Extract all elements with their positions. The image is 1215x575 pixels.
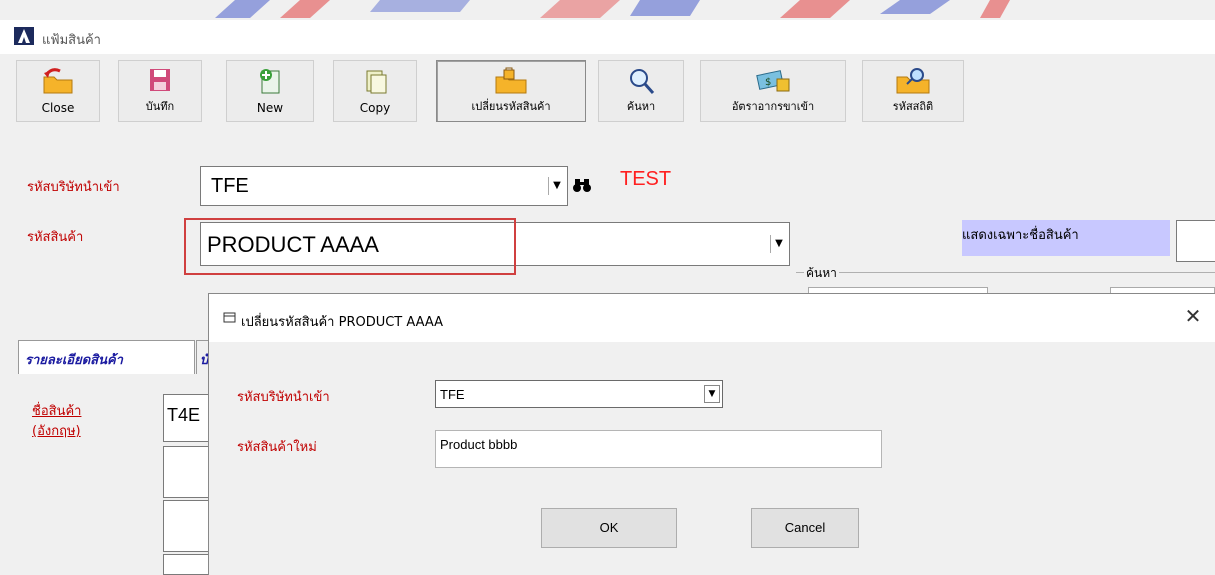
folder-open-arrow-icon xyxy=(42,67,74,98)
dialog-importer-label: รหัสบริษัทนำเข้า xyxy=(237,390,330,405)
save-disk-icon xyxy=(147,67,173,98)
chevron-down-icon[interactable]: ▼ xyxy=(704,385,720,403)
window-icon xyxy=(223,312,237,327)
decorative-banner xyxy=(0,0,1215,18)
chevron-down-icon[interactable]: ▼ xyxy=(770,235,787,253)
magnifier-icon xyxy=(627,67,655,98)
folder-lock-icon xyxy=(494,67,528,98)
window-title: แฟ้มสินค้า xyxy=(42,33,101,48)
window-titlebar: แฟ้มสินค้า xyxy=(0,20,1215,54)
highlight-frame xyxy=(184,218,516,275)
product-name-en-input[interactable]: T4E xyxy=(163,394,213,442)
filter-name-input[interactable] xyxy=(1176,220,1215,262)
folder-search-icon xyxy=(895,67,931,98)
product-name-en-label: ชื่อสินค้า (อังกฤษ) xyxy=(32,404,82,439)
filter-name-label: แสดงเฉพาะชื่อสินค้า xyxy=(962,220,1170,256)
app-icon xyxy=(14,27,34,45)
binoculars-icon[interactable] xyxy=(572,176,592,198)
chevron-down-icon[interactable]: ▼ xyxy=(548,177,565,195)
cancel-button[interactable]: Cancel xyxy=(751,508,859,548)
save-button[interactable]: บันทึก xyxy=(118,60,202,122)
change-product-code-button[interactable]: เปลี่ยนรหัสสินค้า xyxy=(436,60,586,122)
company-name-display: TEST xyxy=(620,166,1215,204)
ok-button[interactable]: OK xyxy=(541,508,677,548)
close-icon[interactable]: ✕ xyxy=(1181,304,1205,328)
dialog-new-code-label: รหัสสินค้าใหม่ xyxy=(237,440,317,455)
product-code-label: รหัสสินค้า xyxy=(27,230,84,245)
copy-button[interactable]: Copy xyxy=(333,60,417,122)
dialog-title: เปลี่ยนรหัสสินค้า PRODUCT AAAA xyxy=(241,315,444,330)
dialog-importer-combo[interactable]: TFE ▼ xyxy=(435,380,723,408)
statistic-code-button[interactable]: รหัสสถิติ xyxy=(862,60,964,122)
import-duty-rate-button[interactable]: $ อัตราอากรขาเข้า xyxy=(700,60,846,122)
grid-cell[interactable] xyxy=(163,446,213,498)
dialog-titlebar: เปลี่ยนรหัสสินค้า PRODUCT AAAA ✕ xyxy=(209,294,1215,342)
grid-cell[interactable] xyxy=(163,500,213,552)
new-product-code-input[interactable]: Product bbbb xyxy=(435,430,882,468)
new-button[interactable]: New xyxy=(226,60,314,122)
money-icon: $ xyxy=(755,67,791,98)
search-button[interactable]: ค้นหา xyxy=(598,60,684,122)
toolbar: Close บันทึก New Copy เปลี่ยนรหัสสินค้า … xyxy=(0,56,1215,132)
importer-label: รหัสบริษัทนำเข้า xyxy=(27,180,120,195)
tab-product-detail[interactable]: รายละเอียดสินค้า xyxy=(18,340,195,374)
close-button[interactable]: Close xyxy=(16,60,100,122)
grid-cell[interactable] xyxy=(163,554,213,575)
copy-document-icon xyxy=(362,67,388,98)
tab-strip: รายละเอียดสินค้า บั xyxy=(18,340,216,374)
new-document-icon xyxy=(257,67,283,98)
svg-text:$: $ xyxy=(765,77,771,88)
importer-combo[interactable]: TFE ▼ xyxy=(200,166,568,206)
